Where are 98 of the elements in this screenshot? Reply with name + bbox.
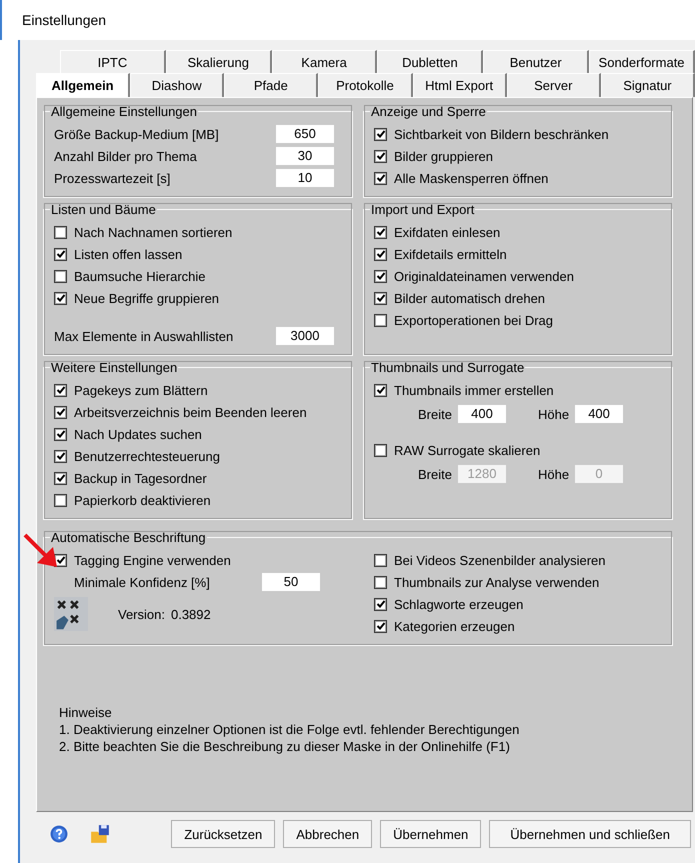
checkbox[interactable] <box>374 292 387 304</box>
group-title: Import und Export <box>370 202 476 217</box>
checkbox[interactable] <box>374 270 387 282</box>
input-field[interactable]: 400 <box>575 405 624 423</box>
group-title: Automatische Beschriftung <box>50 530 207 545</box>
dialog-button[interactable]: Übernehmen <box>380 820 482 848</box>
checkbox[interactable] <box>54 248 67 260</box>
checkbox[interactable] <box>54 270 67 282</box>
version-label: Version: <box>118 606 165 622</box>
tab[interactable]: Dubletten <box>377 50 484 73</box>
group-title: Anzeige und Sperre <box>370 104 487 119</box>
tab[interactable]: Allgemein <box>36 73 130 97</box>
input-field[interactable]: 3000 <box>276 327 334 345</box>
field-label: Minimale Konfidenz [%] <box>74 574 211 590</box>
group-title: Weitere Einstellungen <box>50 360 178 375</box>
notes-title: Hinweise <box>59 704 113 721</box>
folder-disk-icon[interactable] <box>90 824 110 844</box>
tab[interactable]: Pfade <box>224 73 318 97</box>
checkbox-label: Tagging Engine verwenden <box>74 552 231 568</box>
checkbox-label: Neue Begriffe gruppieren <box>74 290 220 306</box>
checkbox-label: Listen offen lassen <box>74 246 182 262</box>
checkbox-label: Bilder gruppieren <box>394 148 494 164</box>
checkbox-label: Sichtbarkeit von Bildern beschränken <box>394 126 609 142</box>
checkbox-label: Nach Updates suchen <box>74 426 202 442</box>
group-title: Listen und Bäume <box>50 202 157 217</box>
checkbox[interactable] <box>374 226 387 238</box>
dialog-button[interactable]: Übernehmen und schließen <box>489 820 691 848</box>
engine-icon <box>54 597 88 631</box>
checkbox[interactable] <box>374 620 387 632</box>
field-label: Höhe <box>538 466 570 482</box>
checkbox[interactable] <box>54 472 67 484</box>
checkbox-label: Bei Videos Szenenbilder analysieren <box>394 552 606 568</box>
checkbox[interactable] <box>374 172 387 184</box>
checkbox[interactable] <box>54 226 67 238</box>
input-field[interactable]: 10 <box>276 169 334 187</box>
checkbox-label: Backup in Tagesordner <box>74 470 207 486</box>
checkbox[interactable] <box>54 384 67 396</box>
checkbox[interactable] <box>54 450 67 462</box>
field-label: Breite <box>418 406 452 422</box>
tab[interactable]: Diashow <box>130 73 224 97</box>
field-label: Anzahl Bilder pro Thema <box>54 148 198 164</box>
note-text: 1. Deaktivierung einzelner Optionen ist die Folge evtl. fehlender Berechtigungen <box>59 721 520 738</box>
checkbox-label: Thumbnails immer erstellen <box>394 382 554 398</box>
field-label: Breite <box>418 466 452 482</box>
field-label: Höhe <box>538 406 570 422</box>
checkbox[interactable] <box>54 406 67 418</box>
tab[interactable]: IPTC <box>60 50 166 73</box>
checkbox-label: Originaldateinamen verwenden <box>394 268 574 284</box>
group-title: Allgemeine Einstellungen <box>50 104 198 119</box>
dialog-button[interactable]: Abbrechen <box>283 820 372 848</box>
input-field[interactable]: 650 <box>276 125 334 143</box>
checkbox[interactable] <box>374 128 387 140</box>
checkbox[interactable] <box>374 598 387 610</box>
tab[interactable]: Skalierung <box>166 50 272 73</box>
checkbox-label: Thumbnails zur Analyse verwenden <box>394 574 600 590</box>
checkbox[interactable] <box>374 554 387 566</box>
group-title: Thumbnails und Surrogate <box>370 360 526 375</box>
checkbox-label: Alle Maskensperren öffnen <box>394 170 548 186</box>
checkbox-label: RAW Surrogate skalieren <box>394 442 540 458</box>
checkbox-label: Exifdaten einlesen <box>394 224 500 240</box>
field-label: Größe Backup-Medium [MB] <box>54 126 220 142</box>
checkbox-label: Kategorien erzeugen <box>394 618 515 634</box>
input-field[interactable]: 50 <box>262 573 320 591</box>
help-icon[interactable] <box>50 825 68 843</box>
tab[interactable]: Signatur <box>600 73 695 97</box>
tab[interactable]: Benutzer <box>483 50 590 73</box>
checkbox[interactable] <box>374 150 387 162</box>
checkbox-label: Exportoperationen bei Drag <box>394 312 553 328</box>
checkbox-label: Bilder automatisch drehen <box>394 290 546 306</box>
checkbox[interactable] <box>374 576 387 588</box>
checkbox[interactable] <box>54 428 67 440</box>
field-label: Max Elemente in Auswahllisten <box>54 328 234 344</box>
input-field[interactable]: 400 <box>458 405 506 423</box>
checkbox[interactable] <box>54 292 67 304</box>
checkbox[interactable] <box>374 314 387 326</box>
checkbox-label: Baumsuche Hierarchie <box>74 268 206 284</box>
window-title: Einstellungen <box>22 12 106 28</box>
checkbox[interactable] <box>54 494 67 506</box>
checkbox[interactable] <box>374 444 387 456</box>
checkbox-label: Papierkorb deaktivieren <box>74 492 211 508</box>
checkbox-label: Exifdetails ermitteln <box>394 246 507 262</box>
checkbox-label: Nach Nachnamen sortieren <box>74 224 232 240</box>
dialog-button[interactable]: Zurücksetzen <box>171 820 276 848</box>
tab[interactable]: Sonderformate <box>589 50 695 73</box>
tab[interactable]: Server <box>506 73 601 97</box>
note-text: 2. Bitte beachten Sie die Beschreibung zu dieser Maske in der Onlinehilfe (F1) <box>59 738 511 755</box>
checkbox-label: Pagekeys zum Blättern <box>74 382 208 398</box>
field-label: Prozesswartezeit [s] <box>54 170 172 186</box>
tab[interactable]: Protokolle <box>318 73 413 97</box>
input-field[interactable]: 30 <box>276 147 334 165</box>
tab[interactable]: Html Export <box>412 73 507 97</box>
checkbox-label: Schlagworte erzeugen <box>394 596 524 612</box>
checkbox[interactable] <box>374 384 387 396</box>
tab[interactable]: Kamera <box>272 50 378 73</box>
checkbox-label: Arbeitsverzeichnis beim Beenden leeren <box>74 404 307 420</box>
checkbox-label: Benutzerrechtesteuerung <box>74 448 220 464</box>
checkbox[interactable] <box>374 248 387 260</box>
version-number: 0.3892 <box>170 606 211 622</box>
